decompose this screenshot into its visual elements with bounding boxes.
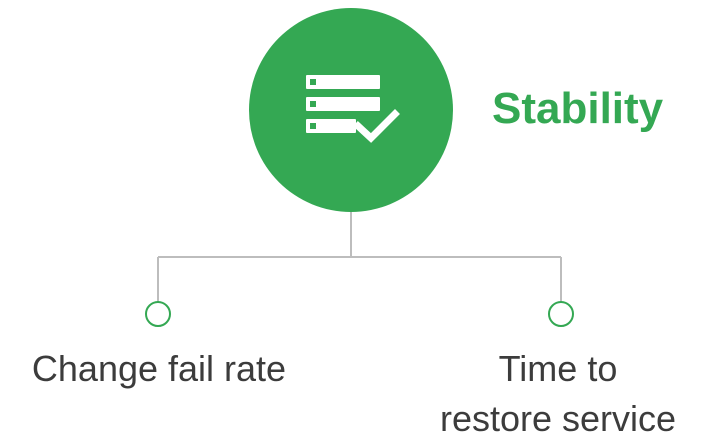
left-node-label: Change fail rate — [31, 348, 287, 389]
right-node-label-line-1: Time to — [498, 348, 618, 389]
main-node-title: Stability — [492, 84, 664, 133]
diagram: Stability Change fail rate Time to resto… — [0, 0, 704, 441]
right-node-circle — [548, 301, 574, 327]
right-node-label: Time to restore service — [412, 344, 704, 444]
left-node-circle — [145, 301, 171, 327]
connector-lines — [157, 210, 562, 302]
right-node-label-line-2: restore service — [439, 398, 677, 439]
